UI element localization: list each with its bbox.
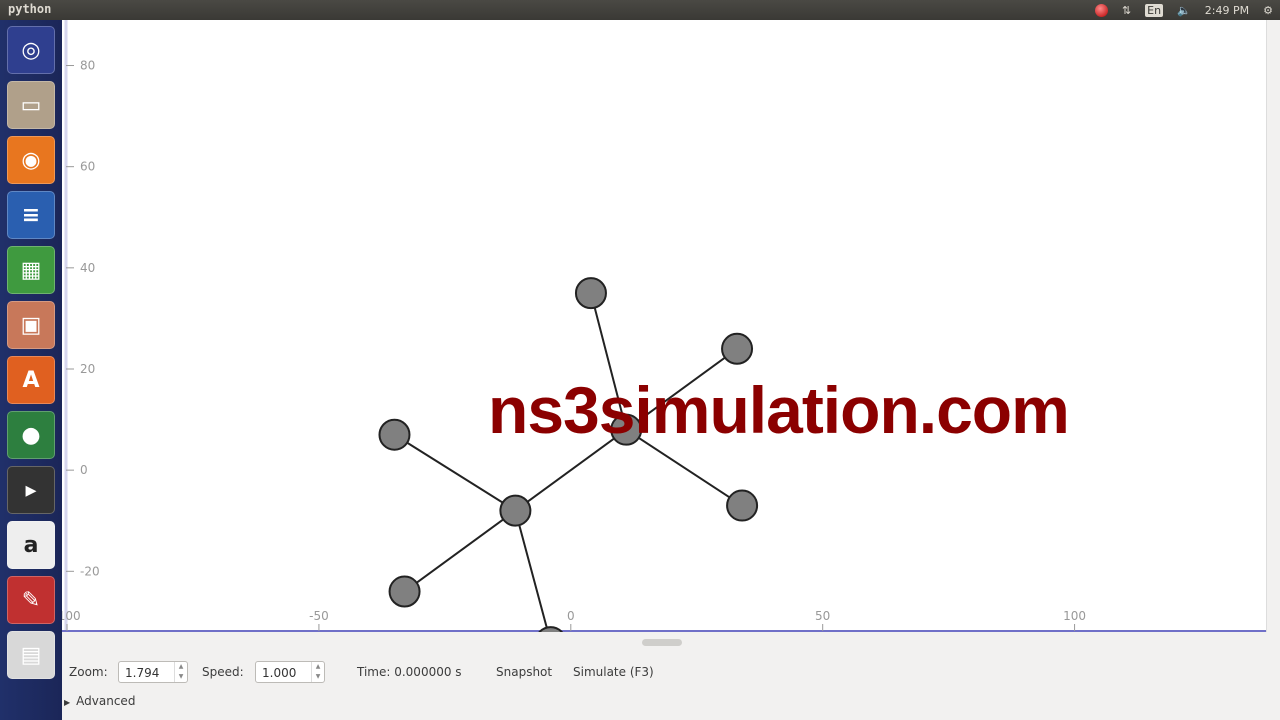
gear-icon[interactable]: ⚙ [1263, 4, 1273, 17]
calc-icon[interactable]: ▦ [7, 246, 55, 294]
speed-stepper[interactable]: ▲ ▼ [311, 662, 324, 682]
netanim-window: 80 60 40 20 0 -20 -100 -50 0 50 100 ns3simulation.… [62, 20, 1280, 720]
x-tick-label: 0 [567, 609, 575, 623]
network-icon[interactable]: ⇅ [1122, 4, 1131, 17]
record-icon[interactable] [1094, 3, 1108, 17]
control-bar: Zoom: ▲▼ Speed: ▲▼ Time: 0.000000 s Snap… [62, 660, 1280, 686]
network-node [726, 489, 759, 522]
network-node [378, 418, 411, 451]
x-tick-label: 50 [815, 609, 830, 623]
speed-spinner[interactable]: ▲▼ [255, 661, 325, 683]
y-tick-label: 60 [80, 160, 95, 174]
time-display: Time: 0.000000 s [357, 665, 462, 679]
window-title: python [8, 2, 52, 16]
y-tick-label: 0 [80, 463, 88, 477]
x-tick-label: -50 [309, 609, 329, 623]
watermark-text: ns3simulation.com [488, 373, 1070, 447]
speed-label: Speed: [202, 665, 244, 679]
volume-icon[interactable]: 🔈 [1177, 4, 1191, 17]
advanced-label: Advanced [76, 694, 136, 708]
topology-plot: 80 60 40 20 0 -20 -100 -50 0 50 100 [62, 20, 1266, 632]
link-line [403, 509, 516, 593]
triangle-right-icon: ▶ [64, 698, 71, 707]
horizontal-scrollbar[interactable] [62, 632, 1266, 654]
settings-icon[interactable]: ✎ [7, 576, 55, 624]
network-node [499, 494, 532, 527]
trash-icon[interactable]: ▤ [7, 631, 55, 679]
horizontal-scroll-thumb[interactable] [642, 639, 682, 646]
top-panel: python ⇅ En 🔈 2:49 PM ⚙ [0, 0, 1280, 20]
zoom-label: Zoom: [69, 665, 108, 679]
software-center-icon[interactable]: A [7, 356, 55, 404]
ubuntu-dash-icon[interactable]: ◎ [7, 26, 55, 74]
speed-input[interactable] [260, 663, 314, 683]
terminal-icon[interactable]: ▸ [7, 466, 55, 514]
advanced-expander[interactable]: ▶ Advanced [64, 694, 135, 708]
amazon-icon[interactable]: a [7, 521, 55, 569]
y-tick-label: 80 [80, 59, 95, 73]
x-tick-label: 100 [1063, 609, 1086, 623]
files-icon[interactable]: ▭ [7, 81, 55, 129]
snapshot-button[interactable]: Snapshot [496, 665, 552, 679]
y-tick-label: -20 [80, 564, 100, 578]
system-tray: ⇅ En 🔈 2:49 PM ⚙ [1088, 0, 1280, 20]
zoom-spinner[interactable]: ▲▼ [118, 661, 188, 683]
zoom-input[interactable] [123, 663, 177, 683]
zoom-stepper[interactable]: ▲ ▼ [174, 662, 187, 682]
vertical-scrollbar[interactable] [1266, 20, 1280, 632]
impress-icon[interactable]: ▣ [7, 301, 55, 349]
network-node [721, 332, 754, 365]
simulate-button[interactable]: Simulate (F3) [573, 665, 654, 679]
globe-icon[interactable]: ● [7, 411, 55, 459]
firefox-icon[interactable]: ◉ [7, 136, 55, 184]
network-node [574, 277, 607, 310]
y-tick-label: 40 [80, 261, 95, 275]
launcher: ◎ ▭ ◉ ≡ ▦ ▣ A ● ▸ a ✎ ▤ [0, 20, 62, 720]
x-tick-label: -100 [62, 609, 81, 623]
writer-icon[interactable]: ≡ [7, 191, 55, 239]
clock[interactable]: 2:49 PM [1205, 4, 1249, 17]
link-line [514, 510, 549, 632]
topology-canvas[interactable]: 80 60 40 20 0 -20 -100 -50 0 50 100 ns3simulation.… [62, 20, 1266, 632]
y-tick-label: 20 [80, 362, 95, 376]
network-node [388, 575, 421, 608]
keyboard-layout-icon[interactable]: En [1145, 3, 1164, 17]
